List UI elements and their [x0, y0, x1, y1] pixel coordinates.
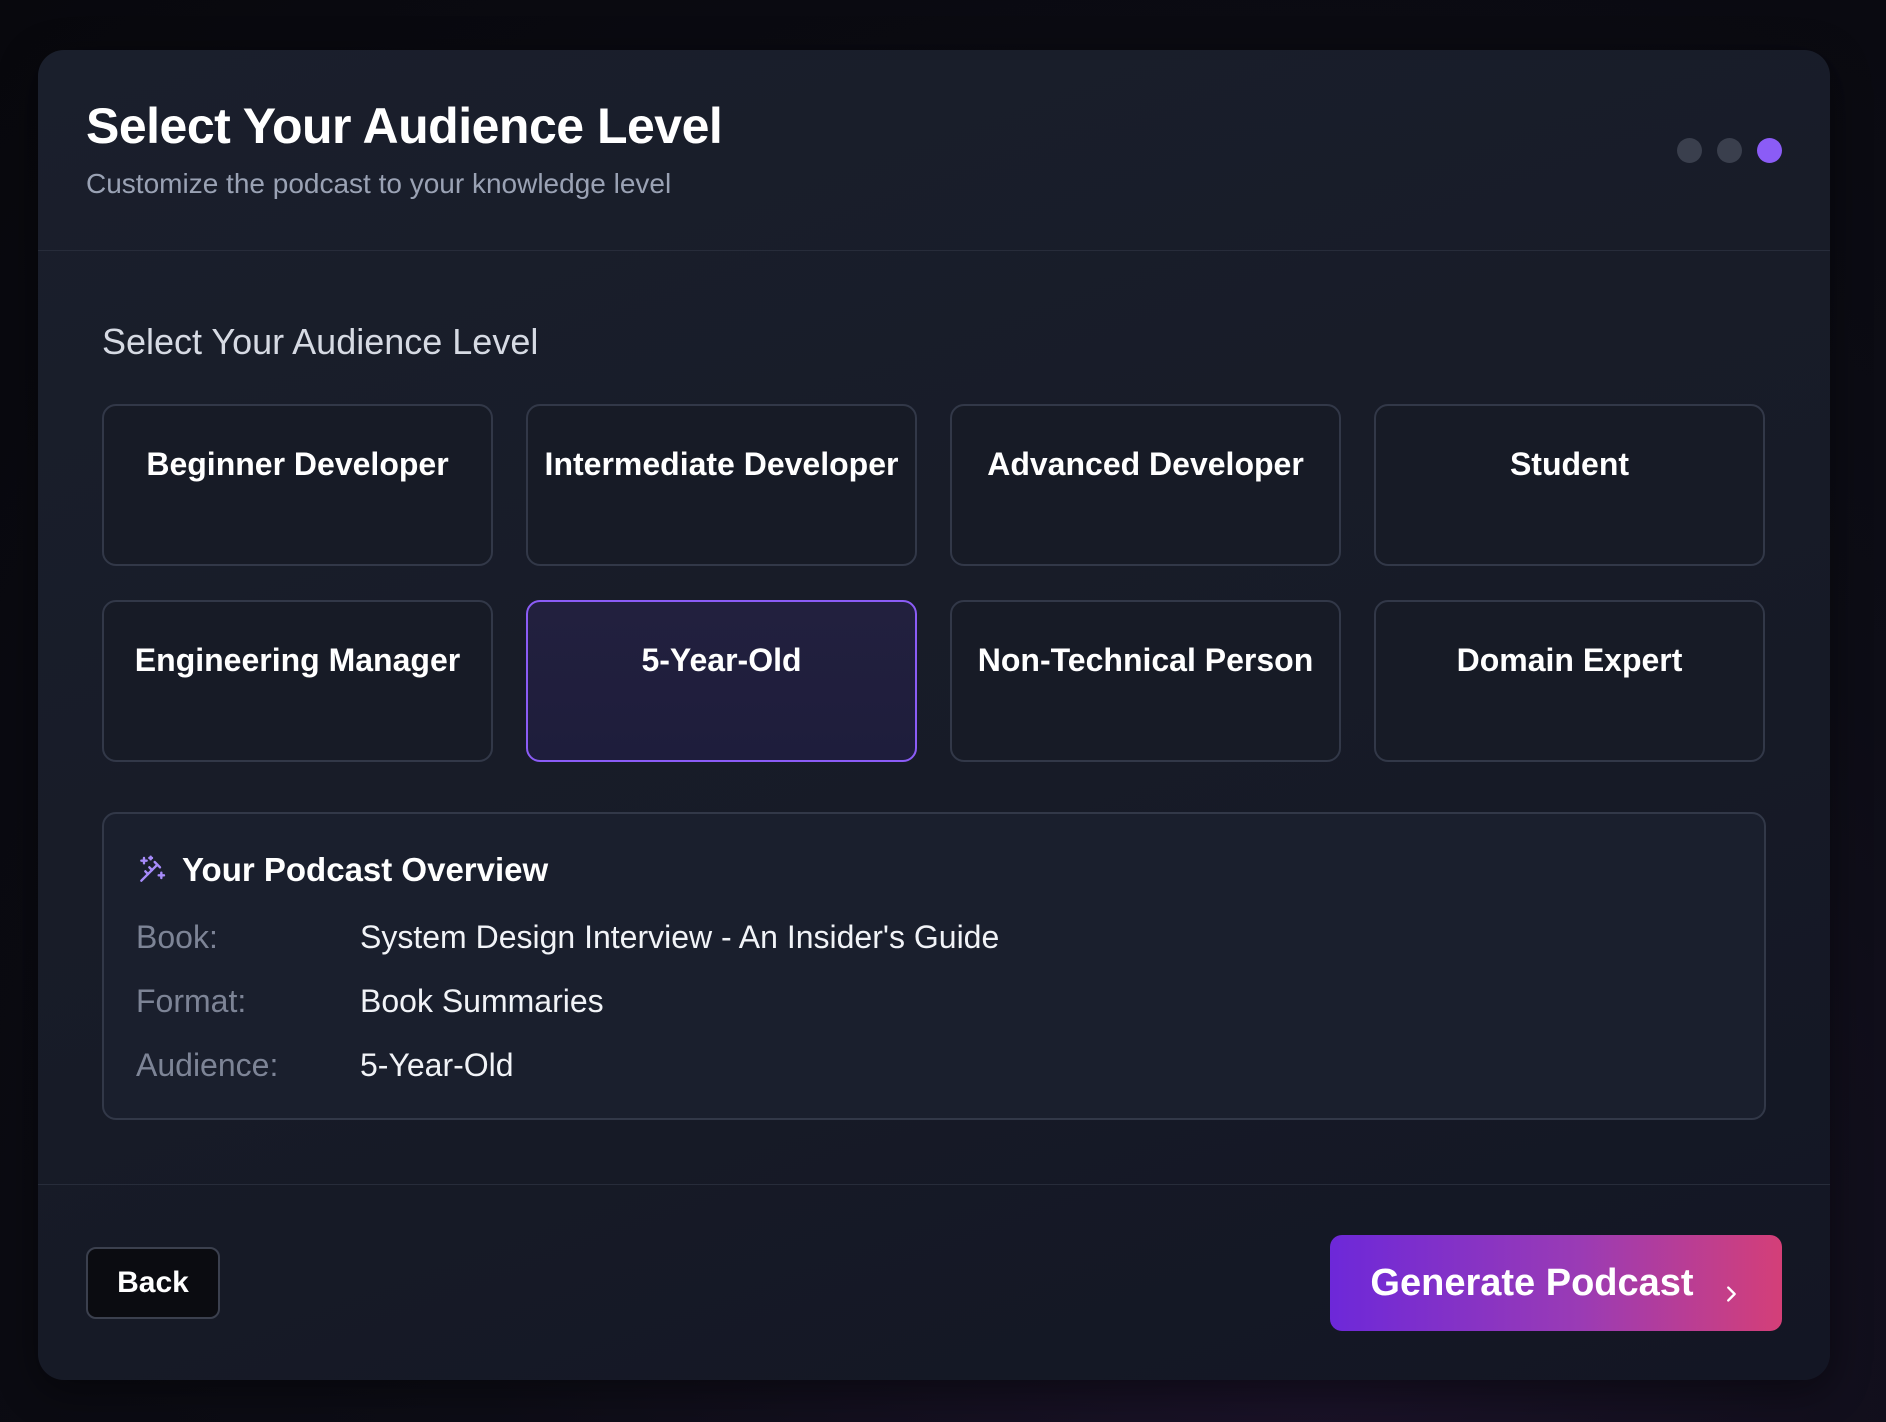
magic-wand-icon — [136, 854, 168, 886]
chevron-right-icon — [1720, 1272, 1742, 1302]
option-student[interactable]: Student — [1374, 404, 1765, 566]
option-non-technical-person[interactable]: Non-Technical Person — [950, 600, 1341, 762]
option-engineering-manager[interactable]: Engineering Manager — [102, 600, 493, 762]
option-5-year-old[interactable]: 5-Year-Old — [526, 600, 917, 762]
page-subtitle: Customize the podcast to your knowledge … — [86, 168, 672, 199]
overview-row-format: Format: Book Summaries — [136, 982, 604, 1020]
overview-row-audience: Audience: 5-Year-Old — [136, 1046, 514, 1084]
dialog-footer: Back Generate Podcast — [38, 1184, 1830, 1380]
step-dot-3 — [1757, 138, 1782, 163]
page-title: Select Your Audience Level — [86, 98, 723, 154]
overview-title: Your Podcast Overview — [182, 851, 549, 888]
back-button[interactable]: Back — [86, 1247, 220, 1319]
step-dot-2 — [1717, 138, 1742, 163]
option-advanced-developer[interactable]: Advanced Developer — [950, 404, 1341, 566]
option-beginner-developer[interactable]: Beginner Developer — [102, 404, 493, 566]
step-indicator — [1677, 138, 1782, 163]
overview-value: System Design Interview - An Insider's G… — [360, 919, 1000, 955]
audience-dialog: Select Your Audience Level Customize the… — [38, 50, 1830, 1380]
option-intermediate-developer[interactable]: Intermediate Developer — [526, 404, 917, 566]
podcast-overview-panel: Your Podcast Overview Book: System Desig… — [102, 812, 1766, 1120]
overview-row-book: Book: System Design Interview - An Insid… — [136, 918, 999, 956]
generate-podcast-label: Generate Podcast — [1370, 1261, 1694, 1304]
dialog-header: Select Your Audience Level Customize the… — [38, 50, 1830, 251]
overview-value: 5-Year-Old — [360, 1047, 514, 1083]
step-dot-1 — [1677, 138, 1702, 163]
overview-value: Book Summaries — [360, 983, 604, 1019]
overview-label: Audience: — [136, 1047, 279, 1083]
audience-options-grid: Beginner Developer Intermediate Develope… — [102, 404, 1765, 762]
overview-header: Your Podcast Overview — [136, 850, 548, 890]
overview-label: Format: — [136, 983, 247, 1019]
option-domain-expert[interactable]: Domain Expert — [1374, 600, 1765, 762]
generate-podcast-button[interactable]: Generate Podcast — [1330, 1235, 1782, 1331]
overview-label: Book: — [136, 919, 218, 955]
section-title: Select Your Audience Level — [102, 321, 539, 362]
